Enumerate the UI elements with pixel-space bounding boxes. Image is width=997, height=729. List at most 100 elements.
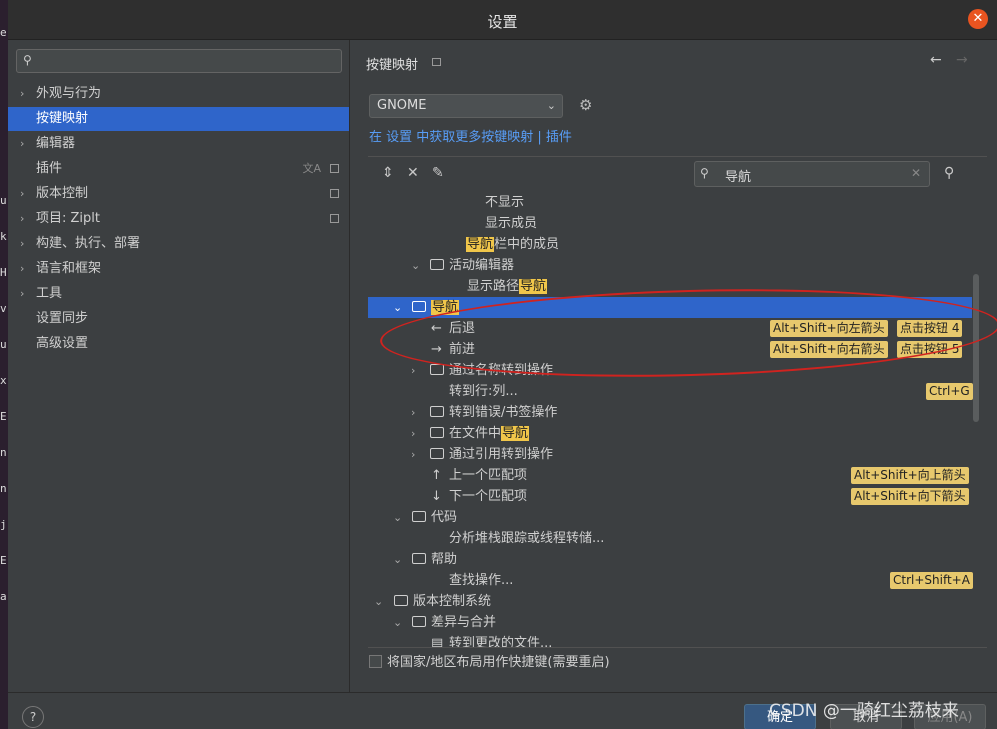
search-value: 导航	[725, 170, 752, 185]
sidebar-item-tools[interactable]: › 工具	[8, 282, 349, 306]
sidebar-item-project[interactable]: › 项目: Ziplt	[8, 207, 349, 231]
edit-icon[interactable]: ✎	[432, 165, 444, 181]
sidebar-item-label: 外观与行为	[36, 86, 102, 101]
desktop-text: x	[0, 374, 7, 387]
sidebar-item-label: 语言和框架	[36, 261, 102, 276]
tree-row-label: 上一个匹配项	[449, 468, 528, 483]
project-badge-icon	[330, 189, 339, 198]
keymap-toolbar: ⇕ ✕ ✎ ⚲ 导航 ✕ ⚲	[368, 156, 987, 192]
sidebar-item-appearance[interactable]: › 外观与行为	[8, 82, 349, 106]
desktop-text: j	[0, 518, 7, 531]
chevron-down-icon[interactable]: ⌄	[374, 591, 383, 612]
national-layout-checkbox[interactable]: 将国家/地区布局用作快捷键(需要重启)	[369, 651, 610, 670]
folder-icon	[430, 406, 444, 417]
find-by-shortcut-icon[interactable]: ⚲	[944, 165, 954, 181]
arrow-left-icon: ←	[431, 321, 442, 336]
shortcut-badge: 点击按钮 5	[897, 341, 963, 358]
tree-row[interactable]: 转到行:列... Ctrl+G	[368, 381, 973, 402]
desktop-text: e	[0, 26, 7, 39]
sidebar-item-keymap[interactable]: 按键映射	[8, 107, 349, 131]
tree-row[interactable]: ↓ 下一个匹配项 Alt+Shift+向下箭头	[368, 486, 972, 507]
keymap-dropdown[interactable]: GNOME ⌄	[369, 94, 563, 118]
tree-row[interactable]: ⌄ 版本控制系统	[368, 591, 972, 612]
folder-icon	[430, 259, 444, 270]
tree-row-label: 转到错误/书签操作	[449, 405, 558, 420]
tree-row[interactable]: › 转到错误/书签操作	[368, 402, 972, 423]
close-icon[interactable]: ✕	[968, 9, 988, 29]
chevron-right-icon[interactable]: ›	[411, 360, 415, 381]
chevron-right-icon[interactable]: ›	[411, 444, 415, 465]
tree-row-label: 转到行:列...	[449, 384, 518, 399]
arrow-right-icon: →	[431, 342, 442, 357]
tree-row-selected[interactable]: ⌄ 导航	[368, 297, 972, 318]
tree-row[interactable]: ← 后退 Alt+Shift+向左箭头 点击按钮 4	[368, 318, 972, 339]
tree-row-label: 通过名称转到操作	[449, 363, 554, 378]
tree-row[interactable]: 导航栏中的成员	[368, 234, 972, 255]
sidebar-item-plugins[interactable]: 插件 文A	[8, 157, 349, 181]
folder-icon	[412, 511, 426, 522]
chevron-right-icon[interactable]: ›	[411, 423, 415, 444]
shortcut-badge: Alt+Shift+向左箭头	[770, 320, 888, 337]
folder-icon	[394, 595, 408, 606]
back-arrow-icon[interactable]: ←	[930, 52, 942, 68]
tree-row-label: 显示路径导航	[467, 279, 548, 294]
tree-row[interactable]: 分析堆栈跟踪或线程转储...	[368, 528, 972, 549]
tree-row[interactable]: ⌄ 帮助	[368, 549, 972, 570]
tree-row[interactable]: ⌄ 代码	[368, 507, 972, 528]
expand-all-icon[interactable]: ⇕	[382, 165, 394, 181]
sidebar-item-label: 构建、执行、部署	[36, 236, 141, 251]
forward-arrow-icon[interactable]: →	[956, 52, 968, 68]
tree-row[interactable]: › 通过名称转到操作	[368, 360, 972, 381]
chevron-right-icon: ›	[20, 287, 25, 300]
sidebar-item-settings-sync[interactable]: 设置同步	[8, 307, 349, 331]
sidebar-item-advanced[interactable]: 高级设置	[8, 332, 349, 356]
sidebar-item-languages[interactable]: › 语言和框架	[8, 257, 349, 281]
translate-icon: 文A	[302, 162, 321, 175]
chevron-down-icon[interactable]: ⌄	[393, 549, 402, 570]
tree-row[interactable]: 显示成员	[368, 213, 972, 234]
chevron-down-icon[interactable]: ⌄	[411, 255, 420, 276]
help-button[interactable]: ?	[22, 706, 44, 728]
sidebar-item-vcs[interactable]: › 版本控制	[8, 182, 349, 206]
folder-icon	[412, 301, 426, 312]
tree-row-label: 转到更改的文件...	[449, 636, 553, 648]
chevron-down-icon: ⌄	[546, 99, 556, 112]
search-icon: ⚲	[23, 53, 32, 67]
checkbox-box[interactable]	[369, 655, 382, 668]
tree-scrollbar[interactable]	[973, 274, 979, 422]
get-more-keymaps-link[interactable]: 在 设置 中获取更多按键映射 | 插件	[369, 126, 572, 145]
tree-row[interactable]: › 通过引用转到操作	[368, 444, 972, 465]
chevron-down-icon[interactable]: ⌄	[393, 297, 402, 318]
keymap-panel: 按键映射 ← → GNOME ⌄ ⚙ 在 设置 中获取更多按键映射 | 插件 ⇕…	[351, 40, 997, 692]
sidebar-item-build[interactable]: › 构建、执行、部署	[8, 232, 349, 256]
tree-row[interactable]: 不显示	[368, 192, 972, 213]
tree-row[interactable]: 查找操作... Ctrl+Shift+A	[368, 570, 973, 591]
tree-row[interactable]: 显示路径导航	[368, 276, 972, 297]
keymap-selected-value: GNOME	[377, 98, 427, 113]
project-badge-icon	[432, 58, 441, 66]
tree-row-label: 版本控制系统	[413, 594, 492, 609]
file-list-icon: ▤	[431, 636, 444, 648]
watermark: CSDN @一骑红尘荔枝来	[769, 701, 959, 721]
keymap-tree: 不显示 显示成员 导航栏中的成员 ⌄ 活动编辑器 显示路径导航 ⌄ 导航 ← 后…	[368, 192, 987, 648]
tree-row[interactable]: ↑ 上一个匹配项 Alt+Shift+向上箭头	[368, 465, 972, 486]
tree-row[interactable]: ⌄ 活动编辑器	[368, 255, 972, 276]
keymap-search-input[interactable]: ⚲ 导航 ✕	[694, 161, 930, 187]
tree-row[interactable]: → 前进 Alt+Shift+向右箭头 点击按钮 5	[368, 339, 972, 360]
tree-row-label: 显示成员	[485, 216, 538, 231]
tree-row-label: 分析堆栈跟踪或线程转储...	[449, 531, 605, 546]
tree-row[interactable]: ⌄ 差异与合并	[368, 612, 972, 633]
desktop-text: u	[0, 338, 7, 351]
sidebar-search-input[interactable]: ⚲	[16, 49, 342, 73]
chevron-down-icon[interactable]: ⌄	[393, 507, 402, 528]
clear-icon[interactable]: ✕	[911, 166, 921, 180]
tree-row-label: 通过引用转到操作	[449, 447, 554, 462]
chevron-right-icon[interactable]: ›	[411, 402, 415, 423]
chevron-down-icon[interactable]: ⌄	[393, 612, 402, 633]
tree-row[interactable]: › 在文件中导航	[368, 423, 972, 444]
tree-row[interactable]: ▤ 转到更改的文件...	[368, 633, 972, 648]
collapse-all-icon[interactable]: ✕	[407, 165, 419, 181]
sidebar-item-editor[interactable]: › 编辑器	[8, 132, 349, 156]
gear-icon[interactable]: ⚙	[579, 96, 592, 114]
sidebar-item-label: 版本控制	[36, 186, 89, 201]
